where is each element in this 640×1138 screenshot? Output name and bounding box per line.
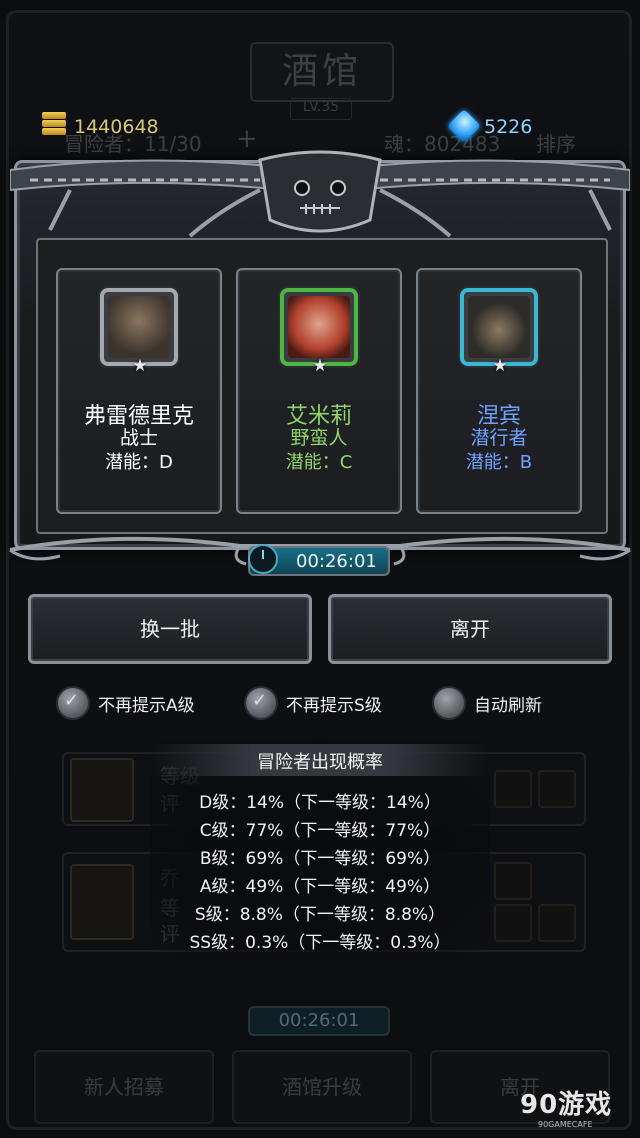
avatar: [100, 288, 178, 366]
star-icon: ★: [312, 356, 328, 376]
site-watermark: 90游戏 90GAMECAFE: [520, 1080, 640, 1138]
hero-card-emily[interactable]: ★ 艾米莉 野蛮人 潜能：C: [236, 268, 402, 514]
checkbox[interactable]: ✓: [58, 688, 88, 718]
check-icon: ✓: [64, 690, 80, 711]
hero-potential: 潜能：C: [285, 452, 353, 473]
star-icon: ★: [492, 356, 508, 376]
gold-coins-icon: [42, 112, 66, 140]
probability-line-b: B级：69%（下一等级：69%）: [199, 849, 441, 869]
hero-potential: 潜能：B: [465, 452, 533, 473]
option-auto-refresh[interactable]: 自动刷新: [434, 688, 574, 718]
leave-button[interactable]: 离开: [328, 594, 612, 664]
refresh-timer: 00:26:01: [248, 544, 390, 576]
clock-icon: [248, 544, 278, 574]
star-icon: ★: [132, 356, 148, 376]
skull-crest-ornament: [10, 150, 630, 238]
watermark-text: 90游戏: [520, 1090, 613, 1120]
option-label: 不再提示S级: [286, 696, 382, 716]
checkbox[interactable]: ✓: [246, 688, 276, 718]
upgrade-tavern-button: 酒馆升级: [232, 1050, 412, 1124]
hero-card-nebin[interactable]: ★ 涅宾 潜行者 潜能：B: [416, 268, 582, 514]
gold-amount: 1440648: [74, 116, 159, 138]
tavern-title: 酒馆: [250, 42, 394, 102]
probability-line-d: D级：14%（下一等级：14%）: [199, 793, 441, 813]
option-no-prompt-a[interactable]: ✓ 不再提示A级: [58, 688, 218, 718]
option-no-prompt-s[interactable]: ✓ 不再提示S级: [246, 688, 406, 718]
option-label: 不再提示A级: [98, 696, 195, 716]
hero-potential: 潜能：D: [105, 452, 173, 473]
hero-class: 野蛮人: [290, 427, 348, 449]
probability-line-s: S级：8.8%（下一等级：8.8%）: [194, 905, 446, 925]
avatar: [460, 288, 538, 366]
check-icon: ✓: [252, 690, 268, 711]
hero-card-frederick[interactable]: ★ 弗雷德里克 战士 潜能：D: [56, 268, 222, 514]
timer-value: 00:26:01: [296, 551, 377, 572]
watermark-subtext: 90GAMECAFE: [538, 1120, 593, 1129]
checkbox[interactable]: [434, 688, 464, 718]
background-timer: 00:26:01: [248, 1006, 390, 1036]
probability-title: 冒险者出现概率: [257, 752, 383, 773]
avatar: [280, 288, 358, 366]
option-label: 自动刷新: [474, 696, 542, 716]
hero-class: 战士: [119, 427, 158, 449]
recruit-button: 新人招募: [34, 1050, 214, 1124]
probability-line-a: A级：49%（下一等级：49%）: [199, 877, 441, 897]
tavern-level: LV.35: [290, 98, 352, 120]
probability-line-ss: SS级：0.3%（下一等级：0.3%）: [189, 933, 451, 953]
hero-class: 潜行者: [470, 427, 528, 449]
refresh-batch-button[interactable]: 换一批: [28, 594, 312, 664]
gem-amount: 5226: [484, 116, 533, 138]
probability-line-c: C级：77%（下一等级：77%）: [199, 821, 441, 841]
